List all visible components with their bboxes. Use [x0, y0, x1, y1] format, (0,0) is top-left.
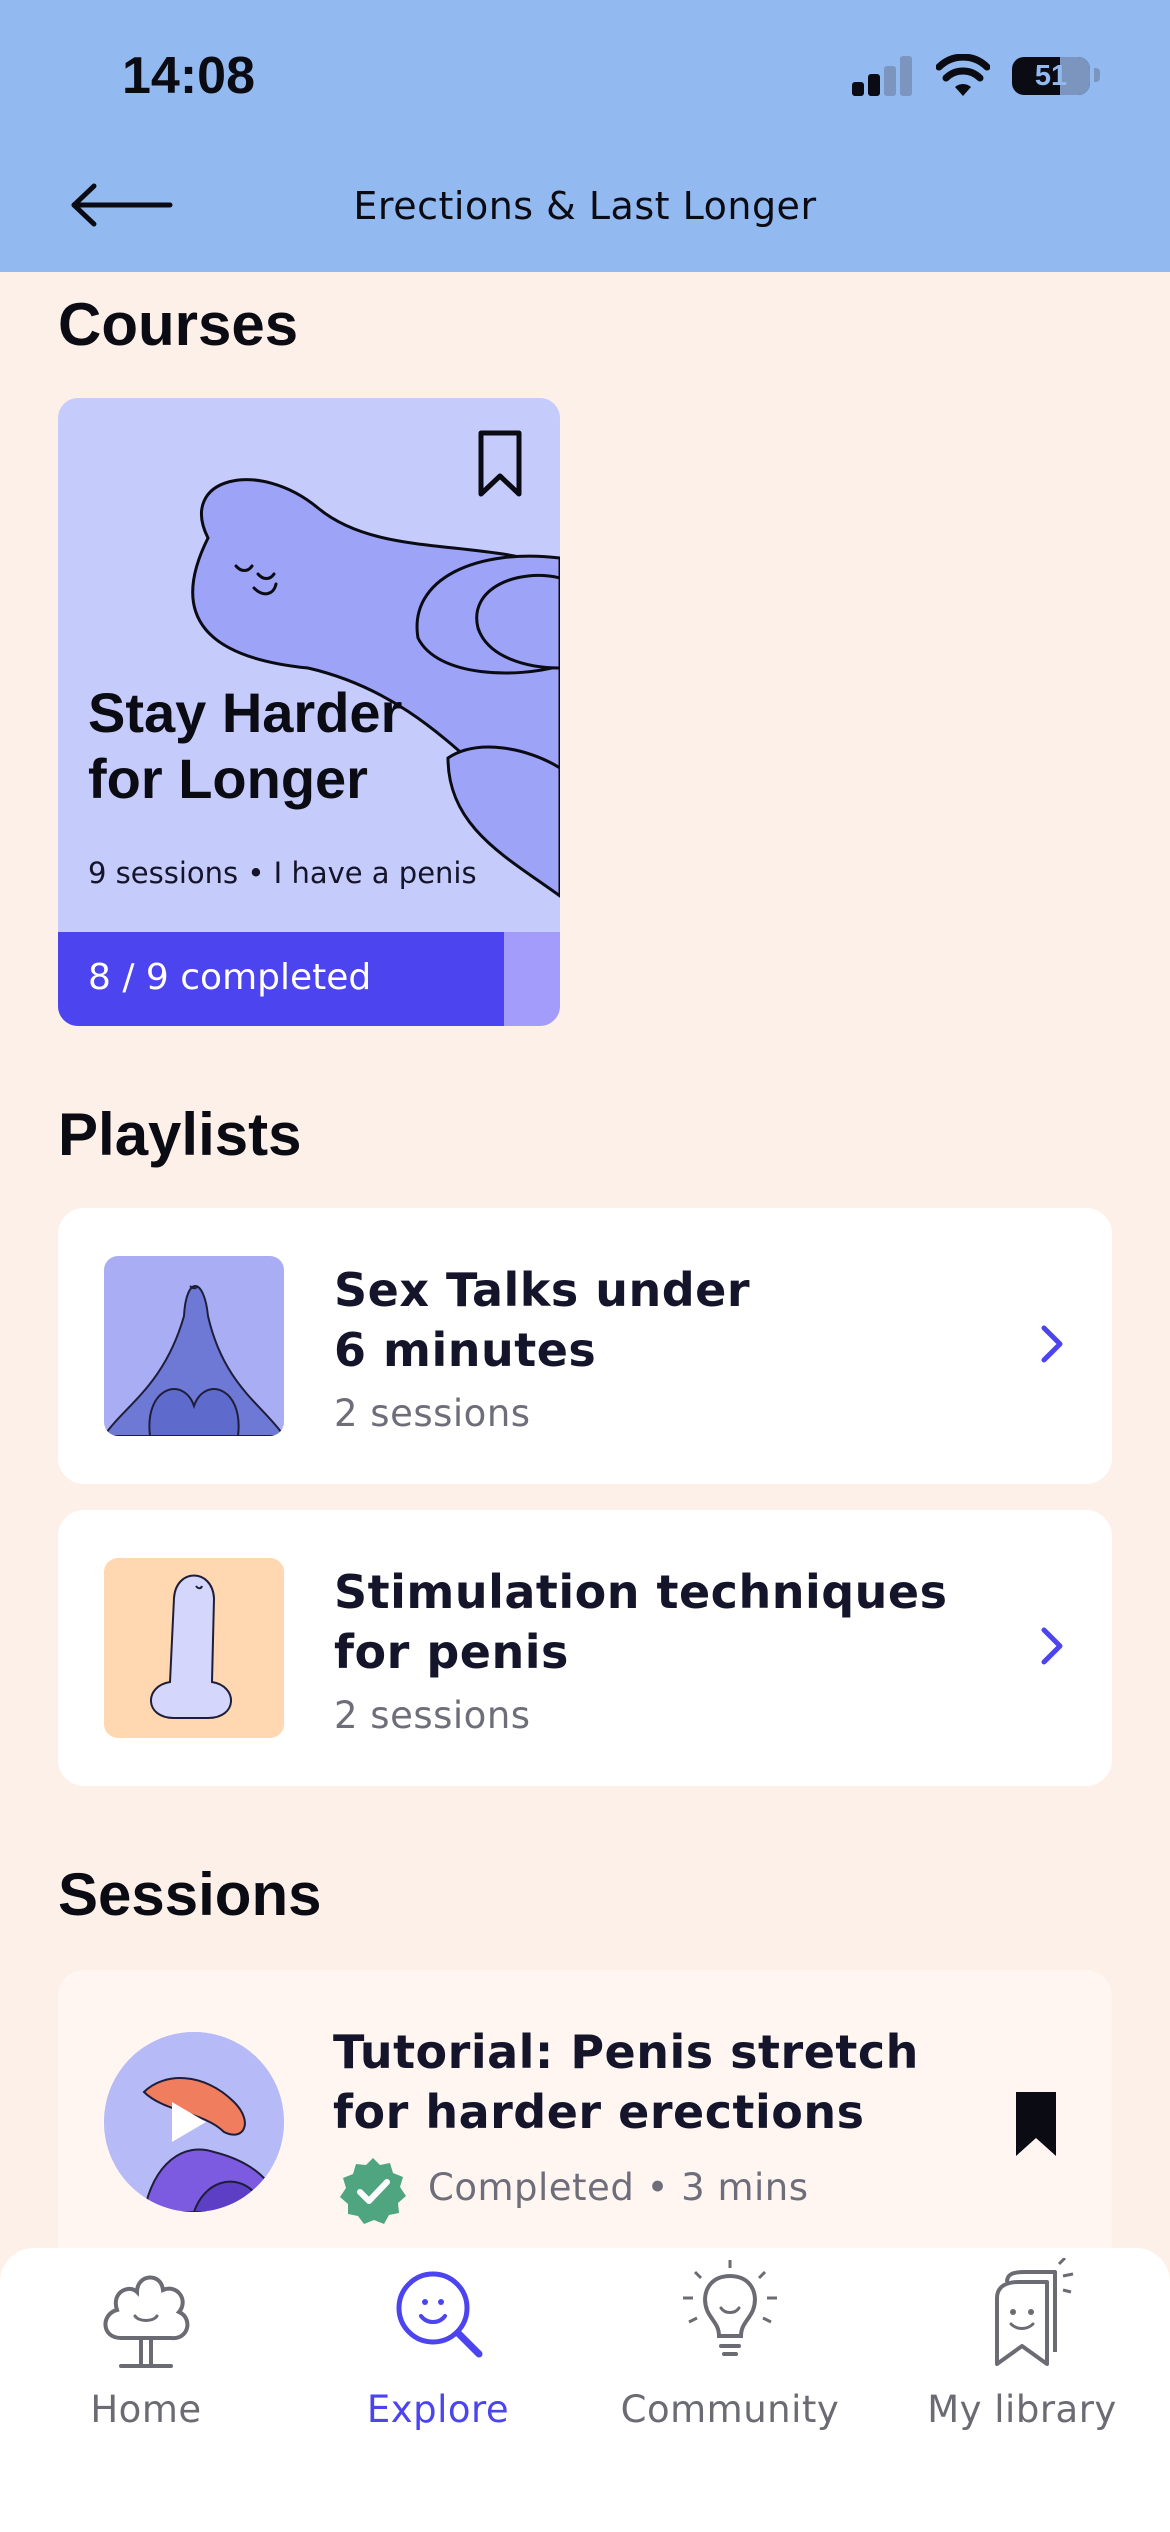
course-card[interactable]: Stay Harder for Longer 9 sessions • I ha… — [58, 398, 560, 1026]
playlist-title: Stimulation techniques for penis — [334, 1565, 948, 1679]
wifi-icon — [936, 54, 990, 96]
header-bar: 14:08 51 Erections & Last Longer — [0, 0, 1170, 272]
nav-home-label: Home — [90, 2388, 202, 2431]
course-progress-label: 8 / 9 completed — [88, 957, 372, 998]
sessions-heading: Sessions — [58, 1861, 322, 1928]
session-meta: Completed • 3 mins — [428, 2166, 809, 2209]
nav-community-label: Community — [620, 2388, 840, 2431]
playlist-card[interactable]: Stimulation techniques for penis 2 sessi… — [58, 1510, 1112, 1786]
session-card[interactable]: Tutorial: Penis stretch for harder erect… — [58, 1970, 1112, 2290]
session-thumbnail — [104, 2032, 284, 2212]
battery-level: 51 — [1034, 60, 1068, 92]
explore-search-icon — [396, 2271, 483, 2358]
battery-icon: 51 — [1012, 57, 1090, 95]
course-progress-bar: 8 / 9 completed — [58, 932, 560, 1026]
chevron-right-icon — [1041, 1325, 1063, 1363]
nav-explore[interactable]: Explore — [292, 2248, 584, 2448]
nav-home[interactable]: Home — [0, 2248, 292, 2448]
sex-talks-thumbnail — [104, 1256, 284, 1436]
bottom-navigation: Home Explore Community My library — [0, 2248, 1170, 2532]
playlist-sessions-count: 2 sessions — [334, 1392, 531, 1435]
playlists-heading: Playlists — [58, 1101, 302, 1168]
library-icon — [995, 2258, 1074, 2366]
stimulation-thumbnail — [104, 1558, 284, 1738]
playlist-card[interactable]: Sex Talks under 6 minutes 2 sessions — [58, 1208, 1112, 1484]
bookmark-outline-icon[interactable] — [476, 428, 524, 500]
playlist-title: Sex Talks under 6 minutes — [334, 1263, 751, 1377]
completed-check-icon — [340, 2158, 406, 2224]
status-time: 14:08 — [122, 47, 255, 105]
status-icons: 51 — [852, 54, 1100, 100]
nav-my-library[interactable]: My library — [876, 2248, 1168, 2448]
courses-heading: Courses — [58, 291, 299, 358]
chevron-right-icon — [1041, 1627, 1063, 1665]
course-title: Stay Harder for Longer — [88, 681, 403, 810]
course-meta: 9 sessions • I have a penis — [88, 856, 477, 890]
page-title: Erections & Last Longer — [353, 184, 817, 228]
nav-community[interactable]: Community — [584, 2248, 876, 2448]
bookmark-filled-icon[interactable] — [1014, 2090, 1058, 2158]
cellular-signal-icon — [852, 56, 916, 96]
community-bulb-icon — [683, 2260, 777, 2356]
playlist-sessions-count: 2 sessions — [334, 1694, 531, 1737]
session-title: Tutorial: Penis stretch for harder erect… — [333, 2025, 919, 2139]
nav-my-library-label: My library — [927, 2388, 1117, 2431]
nav-explore-label: Explore — [366, 2388, 510, 2431]
home-tree-icon — [103, 2275, 190, 2368]
